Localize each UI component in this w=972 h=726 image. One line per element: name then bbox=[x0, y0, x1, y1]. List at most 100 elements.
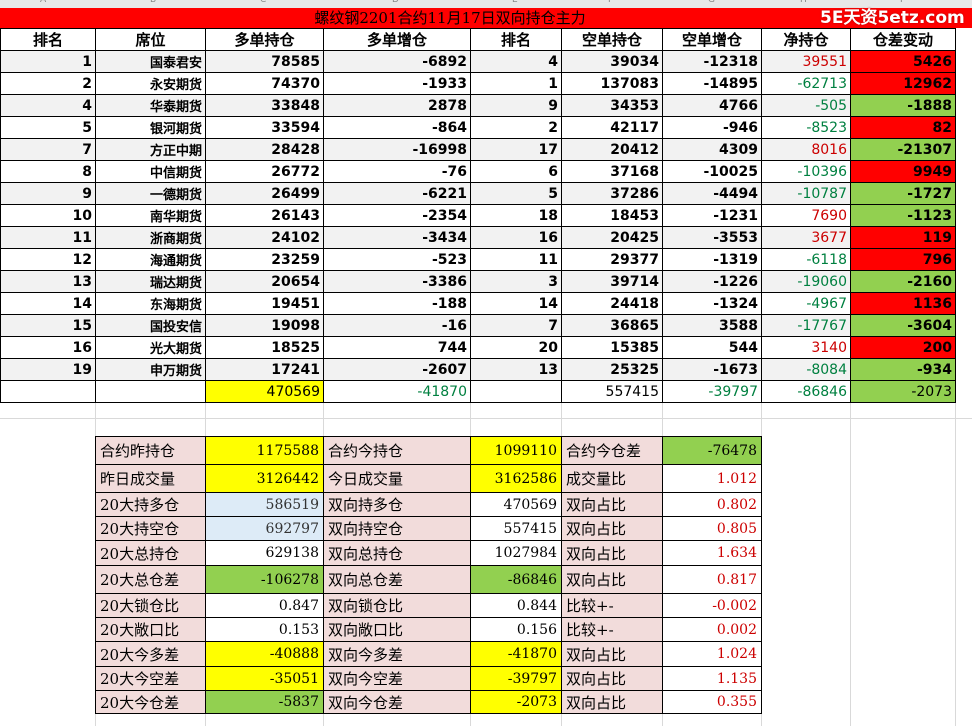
short-cell[interactable]: 24418 bbox=[561, 292, 663, 315]
long-change-cell[interactable]: -76 bbox=[323, 160, 471, 183]
summary-value[interactable]: 692797 bbox=[205, 516, 324, 541]
total-long-change-cell[interactable]: -41870 bbox=[323, 380, 471, 403]
short-rank-cell[interactable]: 6 bbox=[470, 160, 562, 183]
column-header[interactable]: 空单增仓 bbox=[662, 28, 762, 51]
rank-cell[interactable]: 15 bbox=[0, 314, 96, 337]
diff-cell[interactable]: 82 bbox=[850, 116, 956, 139]
long-cell[interactable]: 33848 bbox=[205, 94, 324, 117]
rank-cell[interactable]: 4 bbox=[0, 94, 96, 117]
summary-label[interactable]: 20大今多差 bbox=[95, 641, 206, 667]
short-cell[interactable]: 20425 bbox=[561, 226, 663, 249]
long-change-cell[interactable]: 744 bbox=[323, 336, 471, 359]
seat-cell[interactable]: 申万期货 bbox=[95, 358, 206, 381]
total-short-cell[interactable]: 557415 bbox=[561, 380, 663, 403]
short-change-cell[interactable]: 3588 bbox=[662, 314, 762, 337]
short-rank-cell[interactable]: 3 bbox=[470, 270, 562, 293]
summary-label[interactable]: 比较+- bbox=[561, 617, 663, 642]
diff-cell[interactable]: -1123 bbox=[850, 204, 956, 227]
diff-cell[interactable]: -21307 bbox=[850, 138, 956, 161]
empty-cell[interactable] bbox=[95, 380, 206, 403]
short-rank-cell[interactable]: 16 bbox=[470, 226, 562, 249]
net-cell[interactable]: 39551 bbox=[761, 50, 851, 73]
summary-label[interactable]: 双向占比 bbox=[561, 492, 663, 517]
column-letter[interactable]: A bbox=[40, 0, 46, 5]
short-cell[interactable]: 34353 bbox=[561, 94, 663, 117]
short-cell[interactable]: 37168 bbox=[561, 160, 663, 183]
long-cell[interactable]: 26772 bbox=[205, 160, 324, 183]
summary-label[interactable]: 合约昨持仓 bbox=[95, 436, 206, 465]
summary-value[interactable]: 3126442 bbox=[205, 464, 324, 493]
summary-value[interactable]: 0.844 bbox=[470, 593, 562, 618]
short-cell[interactable]: 29377 bbox=[561, 248, 663, 271]
summary-value[interactable]: 1.634 bbox=[662, 540, 762, 566]
long-cell[interactable]: 28428 bbox=[205, 138, 324, 161]
short-rank-cell[interactable]: 14 bbox=[470, 292, 562, 315]
summary-value[interactable]: 1.012 bbox=[662, 464, 762, 493]
short-cell[interactable]: 25325 bbox=[561, 358, 663, 381]
net-cell[interactable]: -19060 bbox=[761, 270, 851, 293]
rank-cell[interactable]: 16 bbox=[0, 336, 96, 359]
long-change-cell[interactable]: -864 bbox=[323, 116, 471, 139]
short-change-cell[interactable]: -12318 bbox=[662, 50, 762, 73]
long-change-cell[interactable]: -3386 bbox=[323, 270, 471, 293]
column-header[interactable]: 排名 bbox=[470, 28, 562, 51]
summary-label[interactable]: 双向占比 bbox=[561, 690, 663, 714]
long-cell[interactable]: 74370 bbox=[205, 72, 324, 95]
sheet-title[interactable]: 螺纹钢2201合约11月17日双向持仓主力 bbox=[240, 8, 660, 28]
total-short-change-cell[interactable]: -39797 bbox=[662, 380, 762, 403]
summary-label[interactable]: 20大锁仓比 bbox=[95, 593, 206, 618]
long-cell[interactable]: 23259 bbox=[205, 248, 324, 271]
summary-label[interactable]: 双向占比 bbox=[561, 666, 663, 691]
net-cell[interactable]: 3140 bbox=[761, 336, 851, 359]
summary-label[interactable]: 20大敞口比 bbox=[95, 617, 206, 642]
total-net-cell[interactable]: -86846 bbox=[761, 380, 851, 403]
summary-label[interactable]: 合约今仓差 bbox=[561, 436, 663, 465]
summary-value[interactable]: 1027984 bbox=[470, 540, 562, 566]
long-cell[interactable]: 24102 bbox=[205, 226, 324, 249]
summary-value[interactable]: -2073 bbox=[470, 690, 562, 714]
rank-cell[interactable]: 9 bbox=[0, 182, 96, 205]
rank-cell[interactable]: 10 bbox=[0, 204, 96, 227]
long-cell[interactable]: 33594 bbox=[205, 116, 324, 139]
seat-cell[interactable]: 海通期货 bbox=[95, 248, 206, 271]
summary-value[interactable]: -39797 bbox=[470, 666, 562, 691]
short-change-cell[interactable]: -1319 bbox=[662, 248, 762, 271]
short-rank-cell[interactable]: 1 bbox=[470, 72, 562, 95]
seat-cell[interactable]: 光大期货 bbox=[95, 336, 206, 359]
column-header[interactable]: 仓差变动 bbox=[850, 28, 956, 51]
short-cell[interactable]: 39714 bbox=[561, 270, 663, 293]
short-rank-cell[interactable]: 4 bbox=[470, 50, 562, 73]
summary-value[interactable]: 0.002 bbox=[662, 617, 762, 642]
seat-cell[interactable]: 南华期货 bbox=[95, 204, 206, 227]
seat-cell[interactable]: 浙商期货 bbox=[95, 226, 206, 249]
summary-label[interactable]: 双向今空差 bbox=[323, 666, 471, 691]
summary-label[interactable]: 双向占比 bbox=[561, 516, 663, 541]
short-change-cell[interactable]: -1324 bbox=[662, 292, 762, 315]
rank-cell[interactable]: 19 bbox=[0, 358, 96, 381]
rank-cell[interactable]: 5 bbox=[0, 116, 96, 139]
diff-cell[interactable]: 796 bbox=[850, 248, 956, 271]
summary-label[interactable]: 双向今仓差 bbox=[323, 690, 471, 714]
long-cell[interactable]: 20654 bbox=[205, 270, 324, 293]
long-cell[interactable]: 19451 bbox=[205, 292, 324, 315]
summary-label[interactable]: 20大总持仓 bbox=[95, 540, 206, 566]
summary-label[interactable]: 双向占比 bbox=[561, 540, 663, 566]
summary-value[interactable]: 1099110 bbox=[470, 436, 562, 465]
column-header[interactable]: 席位 bbox=[95, 28, 206, 51]
diff-cell[interactable]: -1727 bbox=[850, 182, 956, 205]
long-change-cell[interactable]: -523 bbox=[323, 248, 471, 271]
summary-value[interactable]: 1.024 bbox=[662, 641, 762, 667]
summary-value[interactable]: -41870 bbox=[470, 641, 562, 667]
short-change-cell[interactable]: -946 bbox=[662, 116, 762, 139]
long-change-cell[interactable]: -2607 bbox=[323, 358, 471, 381]
summary-label[interactable]: 昨日成交量 bbox=[95, 464, 206, 493]
seat-cell[interactable]: 东海期货 bbox=[95, 292, 206, 315]
rank-cell[interactable]: 13 bbox=[0, 270, 96, 293]
short-cell[interactable]: 42117 bbox=[561, 116, 663, 139]
summary-value[interactable]: -106278 bbox=[205, 565, 324, 594]
column-header[interactable]: 排名 bbox=[0, 28, 96, 51]
summary-label[interactable]: 成交量比 bbox=[561, 464, 663, 493]
column-header[interactable]: 多单增仓 bbox=[323, 28, 471, 51]
summary-label[interactable]: 双向持多仓 bbox=[323, 492, 471, 517]
summary-label[interactable]: 今日成交量 bbox=[323, 464, 471, 493]
